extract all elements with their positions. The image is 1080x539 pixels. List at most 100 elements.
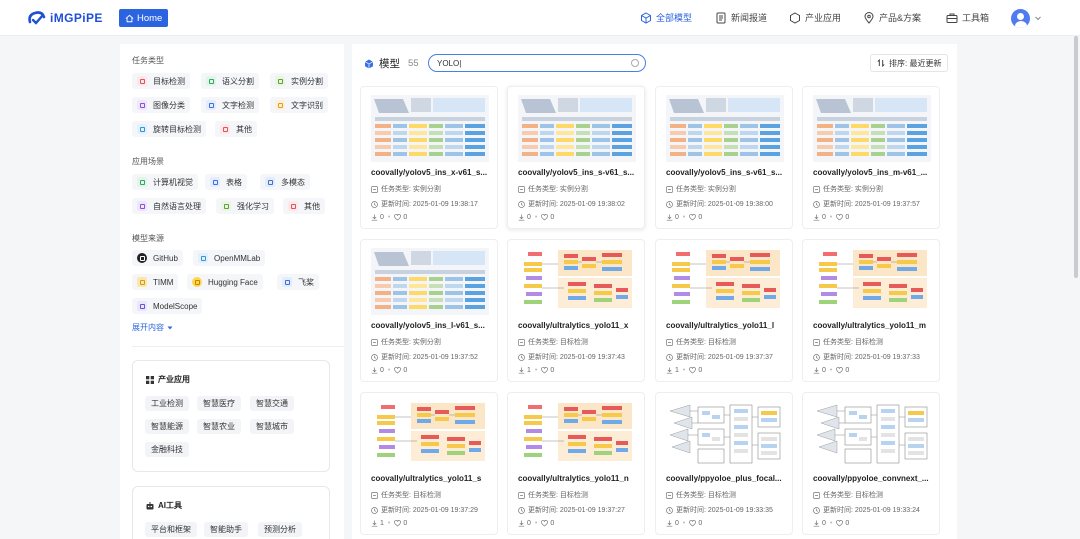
like-count: 0 — [698, 214, 703, 221]
chip-source-modelscope[interactable]: ModelScope — [132, 298, 203, 314]
tag-industry[interactable]: 智慧医疗 — [197, 396, 241, 411]
chip-task-rotated[interactable]: 旋转目标检测 — [132, 121, 206, 137]
model-card[interactable]: coovally/yolov5_ins_s-v61_s... 任务类型: 实例分割… — [507, 86, 645, 229]
model-stats: 0 • 0 — [518, 214, 554, 221]
sort-button[interactable]: 排序: 最近更新 — [870, 54, 949, 72]
model-card[interactable]: coovally/ultralytics_yolo11_x 任务类型: 目标检测更… — [507, 239, 645, 382]
tag-industry[interactable]: 智慧城市 — [250, 419, 294, 434]
tag-icon — [813, 185, 820, 193]
chip-label: TIMM — [153, 277, 174, 287]
model-card[interactable]: coovally/ppyoloe_convnext_... 任务类型: 目标检测更… — [802, 392, 940, 535]
task-text: 任务类型: 目标检测 — [676, 339, 736, 346]
model-name[interactable]: coovally/yolov5_ins_m-v61_... — [813, 168, 933, 177]
home-button[interactable]: Home — [119, 9, 169, 27]
chip-task-detection[interactable]: 目标检测 — [132, 73, 190, 89]
model-thumbnail[interactable] — [518, 95, 636, 162]
chip-scene-cv[interactable]: 计算机视觉 — [132, 174, 198, 190]
model-thumbnail[interactable] — [813, 248, 931, 315]
search-input[interactable] — [437, 58, 617, 68]
model-card[interactable]: coovally/yolov5_ins_l-v61_s... 任务类型: 实例分割… — [360, 239, 498, 382]
model-thumbnail[interactable] — [518, 401, 636, 468]
model-count: 55 — [408, 58, 419, 69]
nav-toolbox[interactable]: 工具箱 — [946, 11, 989, 24]
nav-industry[interactable]: 产业应用 — [789, 11, 841, 24]
tag-ai-tool[interactable]: 智能助手 — [204, 522, 248, 537]
model-card[interactable]: coovally/ppyoloe_plus_focal... 任务类型: 目标检测… — [655, 392, 793, 535]
model-name[interactable]: coovally/yolov5_ins_x-v61_s... — [371, 168, 491, 177]
model-card[interactable]: coovally/ultralytics_yolo11_n 任务类型: 目标检测更… — [507, 392, 645, 535]
heart-icon — [394, 214, 402, 221]
heart-icon — [689, 367, 697, 374]
download-icon — [371, 367, 378, 374]
chip-source-paddle[interactable]: 飞桨 — [277, 274, 319, 290]
model-name[interactable]: coovally/ppyoloe_convnext_... — [813, 474, 933, 483]
chip-scene-rl[interactable]: 强化学习 — [216, 198, 274, 214]
model-card[interactable]: coovally/yolov5_ins_s-v61_s... 任务类型: 实例分割… — [655, 86, 793, 229]
chip-source-openmmlab[interactable]: OpenMMLab — [193, 250, 266, 266]
download-icon — [371, 214, 378, 221]
model-name[interactable]: coovally/ultralytics_yolo11_s — [371, 474, 491, 483]
model-thumbnail[interactable] — [518, 248, 636, 315]
model-name[interactable]: coovally/yolov5_ins_l-v61_s... — [371, 321, 491, 330]
chip-scene-multimodal[interactable]: 多模态 — [260, 174, 310, 190]
chip-scene-other[interactable]: 其他 — [283, 198, 325, 214]
chip-task-semantic-seg[interactable]: 语义分割 — [201, 73, 259, 89]
model-name[interactable]: coovally/ppyoloe_plus_focal... — [666, 474, 786, 483]
model-thumbnail[interactable] — [666, 401, 784, 468]
model-thumbnail[interactable] — [371, 95, 489, 162]
model-name[interactable]: coovally/yolov5_ins_s-v61_s... — [518, 168, 638, 177]
tag-industry[interactable]: 智慧能源 — [145, 419, 189, 434]
model-name[interactable]: coovally/ultralytics_yolo11_n — [518, 474, 638, 483]
chevron-down-icon[interactable] — [1034, 14, 1042, 22]
model-card[interactable]: coovally/ultralytics_yolo11_s 任务类型: 目标检测更… — [360, 392, 498, 535]
chip-task-classification[interactable]: 图像分类 — [132, 97, 190, 113]
clock-icon — [666, 353, 673, 361]
chip-scene-nlp[interactable]: 自然语言处理 — [132, 198, 206, 214]
task-type-title: 任务类型 — [132, 56, 164, 65]
model-card[interactable]: coovally/ultralytics_yolo11_m 任务类型: 目标检测更… — [802, 239, 940, 382]
nav-news[interactable]: 新闻报道 — [715, 11, 767, 24]
avatar[interactable] — [1011, 9, 1030, 28]
tag-industry[interactable]: 金融科技 — [145, 442, 189, 457]
model-card[interactable]: coovally/yolov5_ins_m-v61_... 任务类型: 实例分割更… — [802, 86, 940, 229]
model-card[interactable]: coovally/ultralytics_yolo11_l 任务类型: 目标检测更… — [655, 239, 793, 382]
scrollbar[interactable] — [1074, 36, 1078, 278]
nav-all-models[interactable]: 全部模型 — [640, 11, 692, 24]
model-name[interactable]: coovally/ultralytics_yolo11_l — [666, 321, 786, 330]
model-card[interactable]: coovally/yolov5_ins_x-v61_s... 任务类型: 实例分割… — [360, 86, 498, 229]
tag-industry[interactable]: 智慧农业 — [197, 419, 241, 434]
tag-industry[interactable]: 工业检测 — [145, 396, 189, 411]
model-thumbnail[interactable] — [371, 401, 489, 468]
model-name[interactable]: coovally/ultralytics_yolo11_x — [518, 321, 638, 330]
model-name[interactable]: coovally/yolov5_ins_s-v61_s... — [666, 168, 786, 177]
chip-source-huggingface[interactable]: Hugging Face — [187, 274, 263, 290]
tag-icon — [666, 491, 673, 499]
like-count: 0 — [403, 520, 408, 527]
model-thumbnail[interactable] — [666, 95, 784, 162]
logo[interactable]: iMGPiPE — [27, 9, 103, 27]
model-thumbnail[interactable] — [371, 248, 489, 315]
search-box[interactable] — [428, 54, 646, 72]
model-name[interactable]: coovally/ultralytics_yolo11_m — [813, 321, 933, 330]
nav-products[interactable]: 产品&方案 — [863, 11, 921, 24]
huggingface-icon — [192, 277, 202, 287]
chip-task-text-detection[interactable]: 文字检测 — [201, 97, 259, 113]
tag-ai-tool[interactable]: 预测分析 — [258, 522, 302, 537]
expand-toggle[interactable]: 展开内容 — [132, 322, 173, 333]
chip-task-ocr[interactable]: 文字识别 — [270, 97, 328, 113]
paddle-icon — [282, 277, 292, 287]
chip-scene-table[interactable]: 表格 — [205, 174, 247, 190]
chip-source-github[interactable]: GitHub — [132, 250, 183, 266]
chip-label: 图像分类 — [153, 100, 185, 110]
tag-industry[interactable]: 智慧交通 — [250, 396, 294, 411]
chip-source-timm[interactable]: TIMM — [132, 274, 179, 290]
time-text: 更新时间: 2025-01-09 19:37:52 — [381, 354, 478, 361]
clear-icon[interactable] — [631, 59, 639, 67]
chip-task-instance-seg[interactable]: 实例分割 — [270, 73, 328, 89]
model-thumbnail[interactable] — [666, 248, 784, 315]
model-thumbnail[interactable] — [813, 95, 931, 162]
model-thumbnail[interactable] — [813, 401, 931, 468]
download-count: 1 — [527, 367, 531, 374]
tag-ai-tool[interactable]: 平台和框架 — [145, 522, 197, 537]
chip-task-other[interactable]: 其他 — [215, 121, 257, 137]
